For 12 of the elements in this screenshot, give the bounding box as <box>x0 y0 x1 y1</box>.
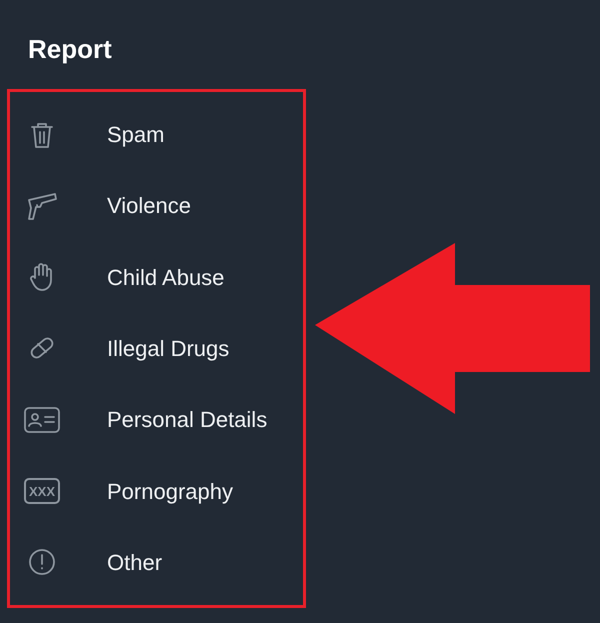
id-card-icon <box>23 404 61 435</box>
xxx-icon: XXX <box>24 478 60 504</box>
alert-icon <box>27 547 57 578</box>
report-option[interactable]: XXX Pornography <box>7 455 306 527</box>
report-option[interactable]: Child Abuse <box>7 242 306 313</box>
report-option[interactable]: Illegal Drugs <box>7 312 306 384</box>
gun-icon <box>26 190 58 221</box>
dialog-title: Report <box>28 33 112 66</box>
report-option[interactable]: Other <box>7 526 306 598</box>
report-option[interactable]: Spam <box>7 99 306 170</box>
report-option[interactable]: Personal Details <box>7 384 306 456</box>
report-option[interactable]: Violence <box>7 170 306 242</box>
